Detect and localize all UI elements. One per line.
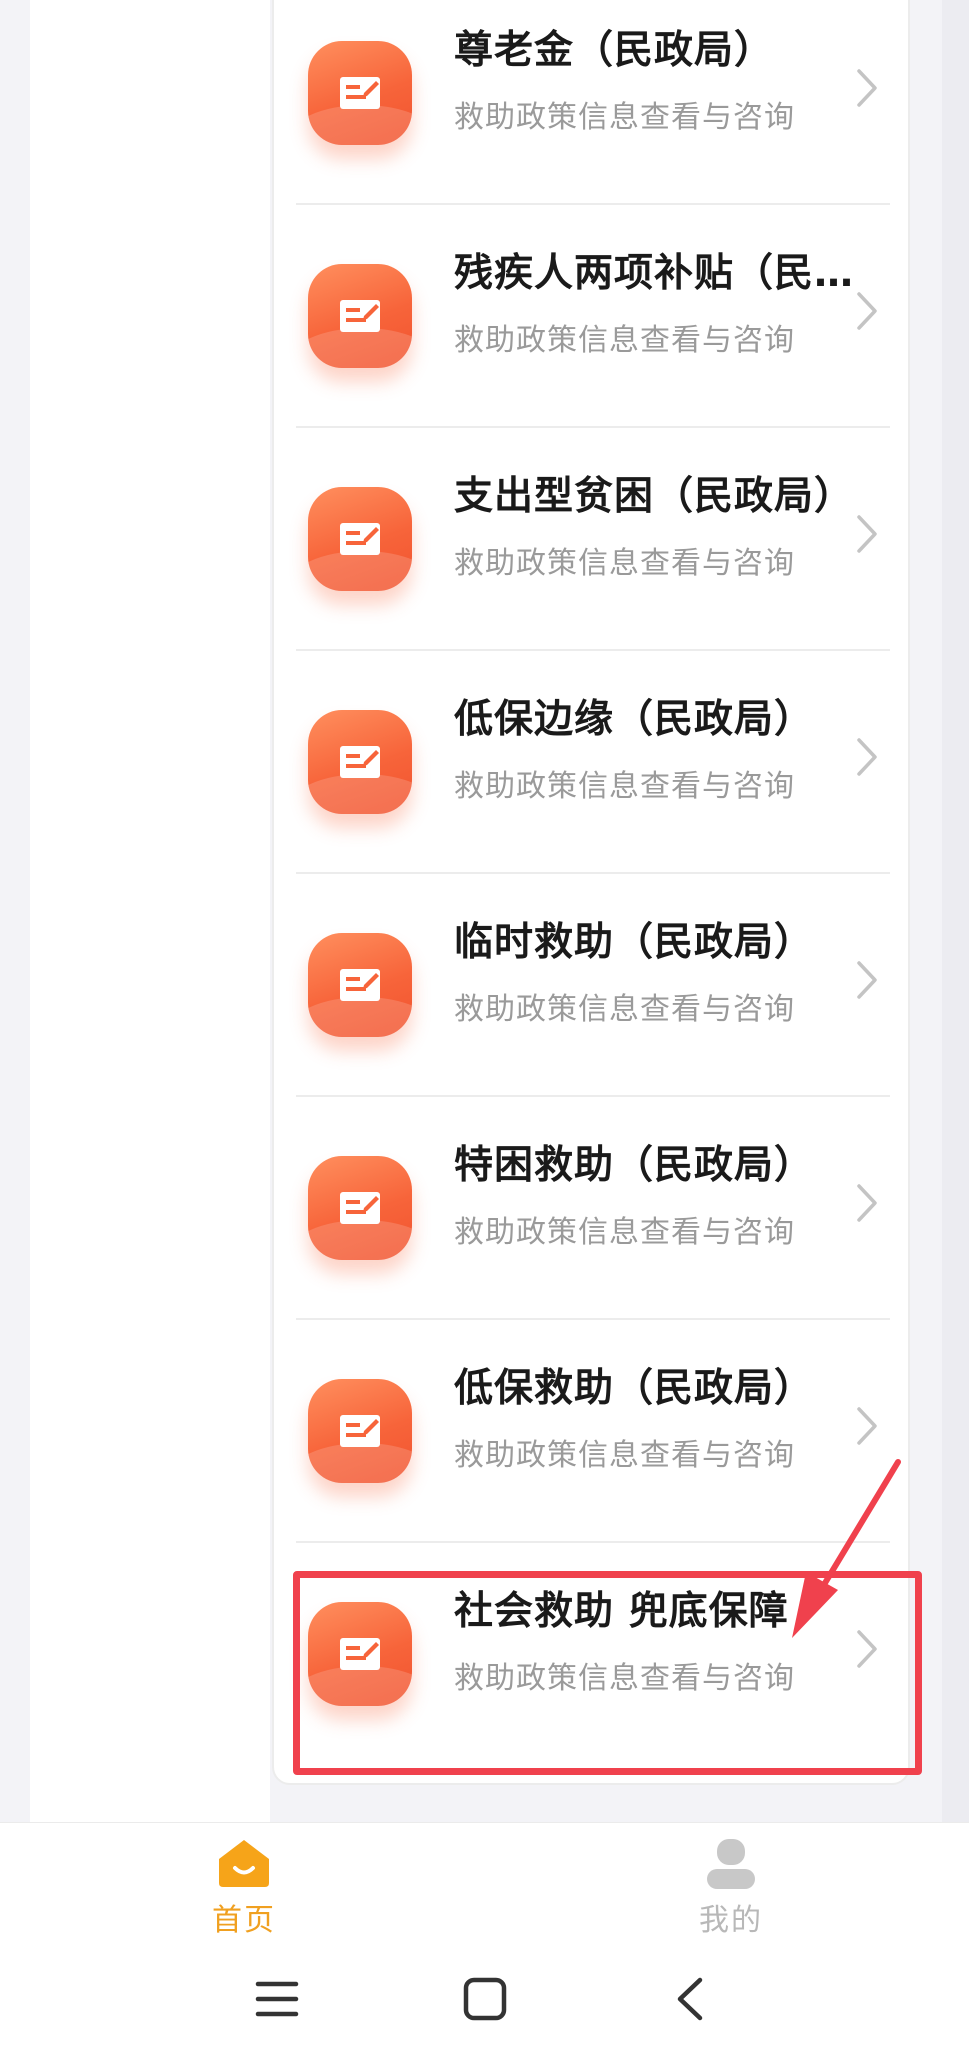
annotation-arrow-icon: [792, 1459, 901, 1638]
square-home-icon[interactable]: [462, 1976, 508, 2022]
home-icon: [219, 1840, 269, 1887]
menu-icon[interactable]: [254, 1976, 300, 2022]
user-icon: [707, 1839, 755, 1889]
tab-home[interactable]: 首页: [144, 1823, 344, 1951]
tab-mine-label: 我的: [699, 1903, 763, 1938]
bottom-tab-bar: 首页 我的: [0, 1822, 969, 1950]
back-chevron-icon[interactable]: [672, 1976, 708, 2022]
tab-home-label: 首页: [212, 1903, 276, 1938]
system-navigation-bar: [0, 1950, 969, 2072]
tab-mine[interactable]: 我的: [631, 1823, 831, 1951]
